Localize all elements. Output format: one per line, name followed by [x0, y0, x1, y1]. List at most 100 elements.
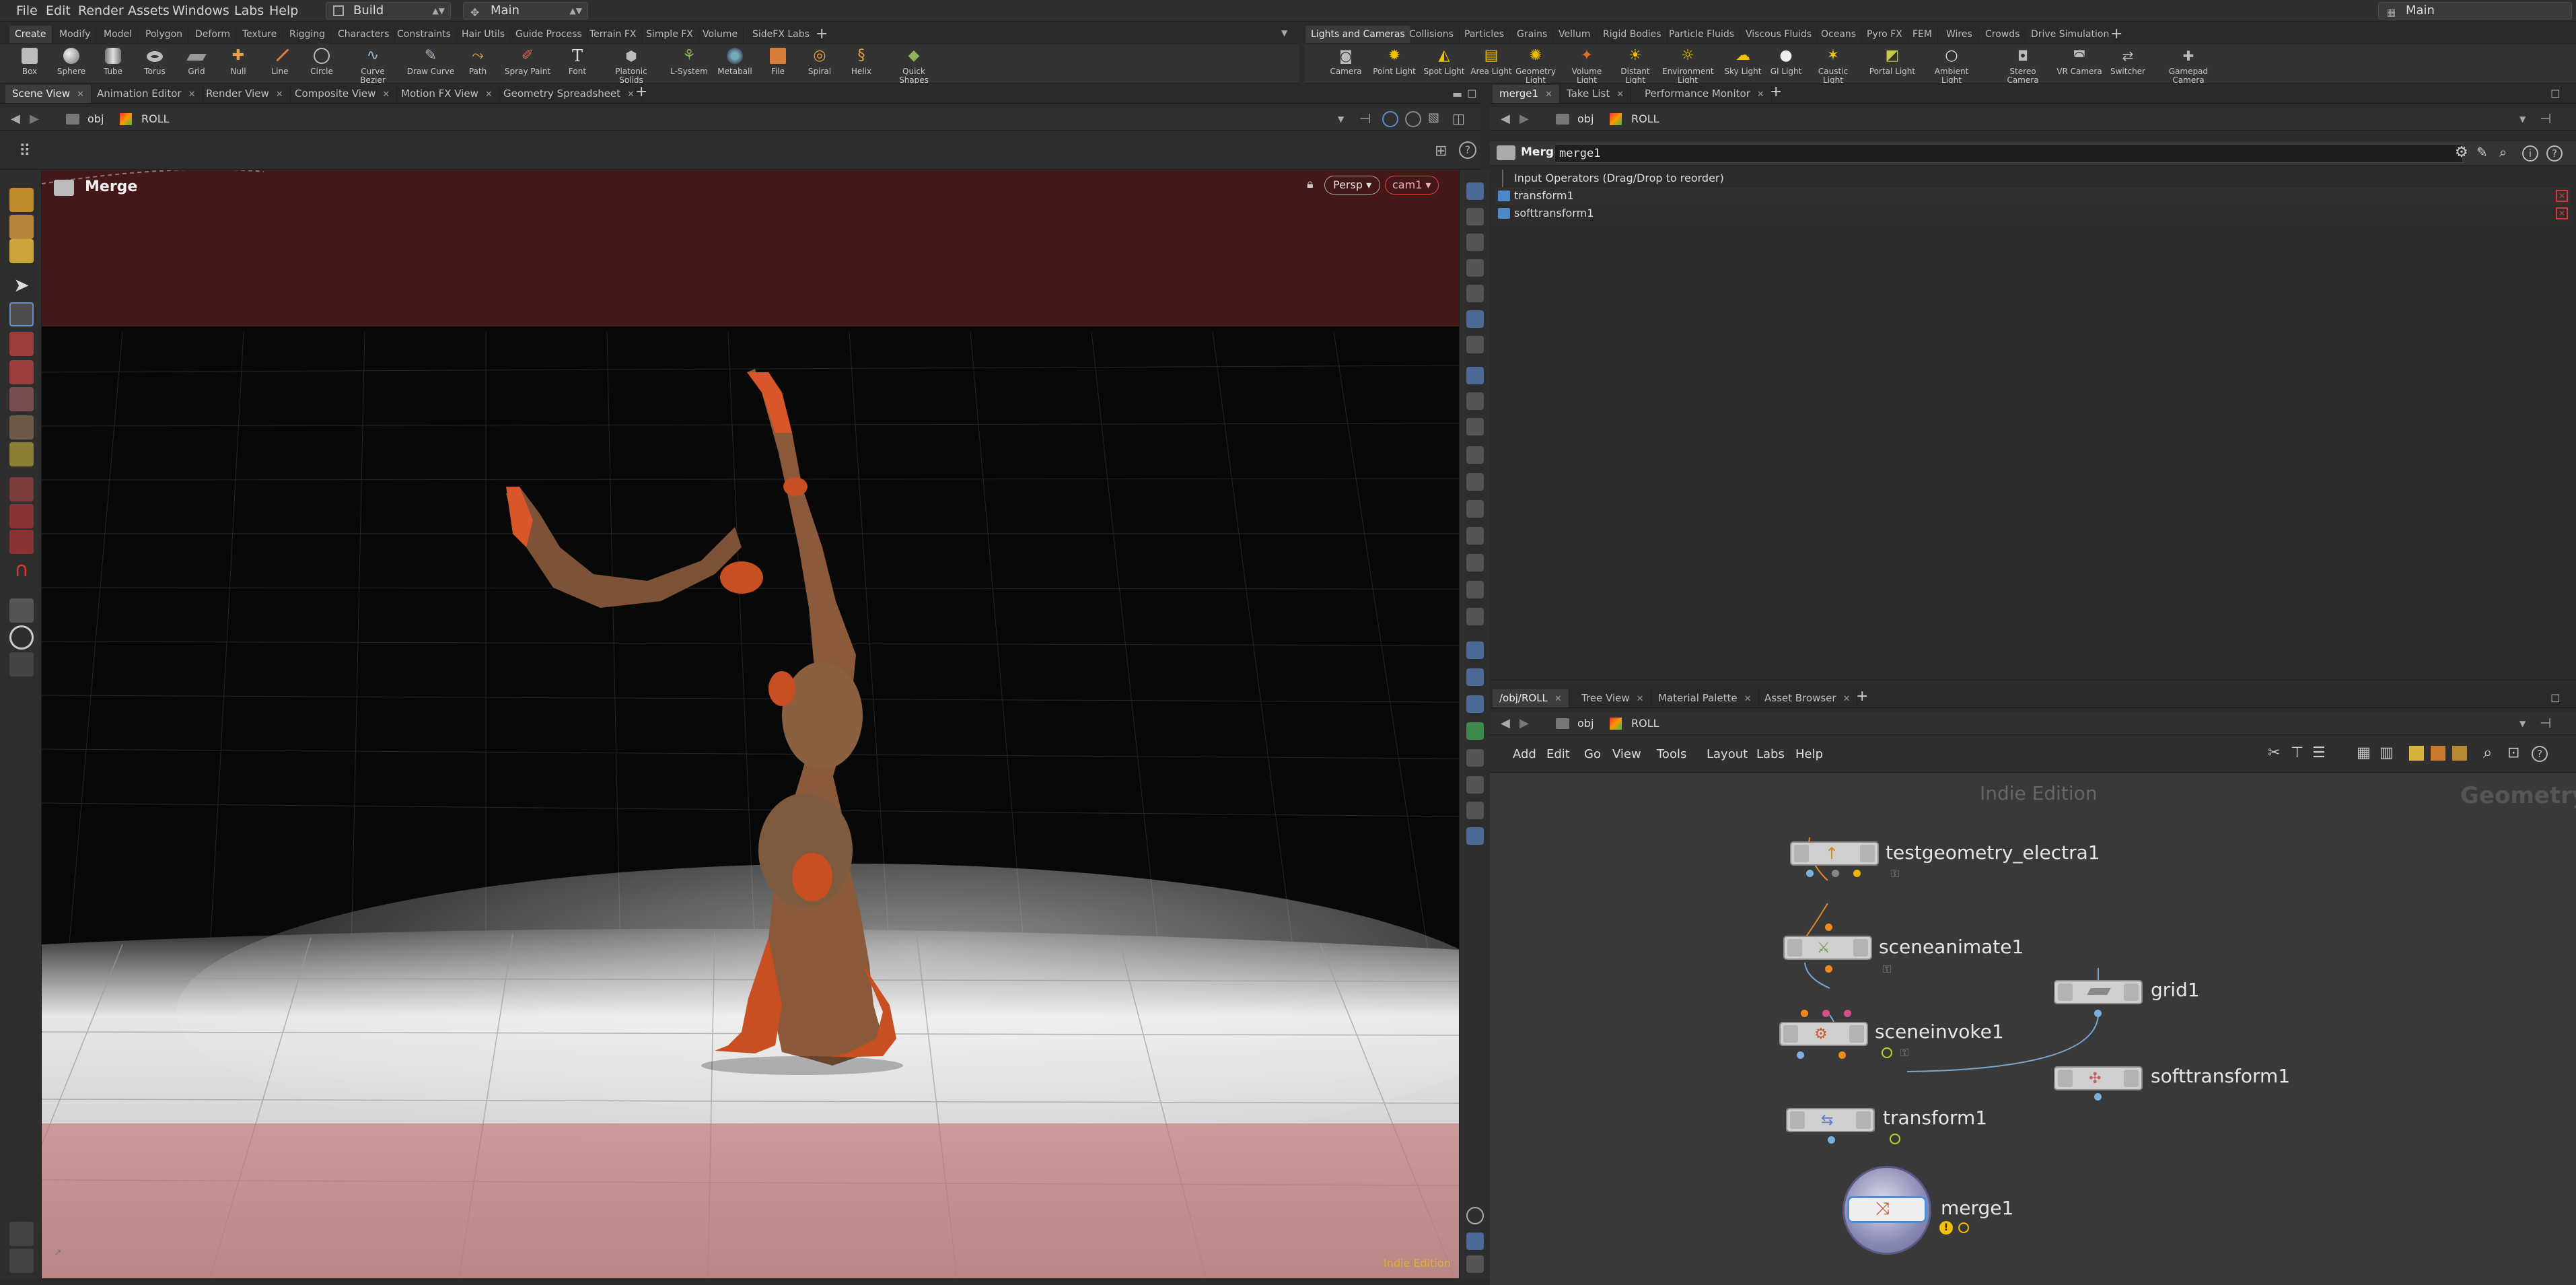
display-camera-icon[interactable]: [1466, 827, 1484, 845]
snapshot-icon[interactable]: ▧: [1428, 110, 1439, 125]
shelf-tab-crowds[interactable]: Crowds: [1980, 26, 2026, 43]
menu-edit[interactable]: Edit: [46, 0, 71, 22]
console-icon[interactable]: [9, 1222, 34, 1246]
path-obj[interactable]: obj: [87, 108, 104, 131]
shelf-tab-terrain-fx[interactable]: Terrain FX: [584, 26, 643, 43]
display-tags-icon[interactable]: [1466, 554, 1484, 571]
display-frame-icon[interactable]: [1466, 608, 1484, 625]
path-obj[interactable]: obj: [1577, 108, 1594, 131]
display-pencil-icon[interactable]: [1466, 641, 1484, 659]
tool-box[interactable]: Box: [11, 44, 48, 83]
tool-helix[interactable]: § Helix: [843, 44, 880, 83]
thumbnails-icon[interactable]: ▥: [2380, 744, 2394, 761]
tool-spiral[interactable]: ◎ Spiral: [801, 44, 838, 83]
tool-point-light[interactable]: ✹ Point Light: [1373, 44, 1416, 83]
select-arrow-icon[interactable]: ➤: [9, 274, 34, 298]
grid-dots-icon[interactable]: ⠿: [19, 141, 31, 160]
move-tool-icon[interactable]: [9, 332, 34, 356]
node-merge1[interactable]: ⤨: [1842, 1166, 1931, 1255]
tool-null[interactable]: ✚ Null: [219, 44, 257, 83]
warning-icon[interactable]: !: [1939, 1221, 1953, 1235]
search-icon[interactable]: ⌕: [2483, 743, 2492, 762]
display-info-icon[interactable]: [1466, 1207, 1484, 1224]
tool-gi-light[interactable]: ● GI Light: [1767, 44, 1805, 83]
tab-merge1[interactable]: merge1 ✕: [1493, 85, 1560, 103]
tool-portal-light[interactable]: ◩ Portal Light: [1869, 44, 1915, 83]
net-menu-labs[interactable]: Labs: [1756, 747, 1785, 761]
tool-draw-curve[interactable]: ✎ Draw Curve: [407, 44, 455, 83]
add-pane-tab-icon[interactable]: +: [635, 83, 647, 100]
display-lights-icon[interactable]: [1466, 182, 1484, 200]
net-menu-view[interactable]: View: [1612, 747, 1641, 761]
shelf-tab-hair-utils[interactable]: Hair Utils: [456, 26, 511, 43]
back-arrow-icon[interactable]: ◀: [1501, 716, 1510, 730]
shelf-tab-guide-process[interactable]: Guide Process: [510, 26, 588, 43]
tool-platonic-solids[interactable]: ⬢ Platonic Solids: [612, 44, 650, 85]
magnet-grid-icon[interactable]: [9, 504, 34, 528]
remove-input-icon[interactable]: ✕: [2556, 190, 2568, 202]
scale-tool-icon[interactable]: [9, 387, 34, 411]
menu-labs[interactable]: Labs: [234, 0, 264, 22]
display-capture-icon[interactable]: [1466, 1255, 1484, 1273]
shelf-tab-pyro-fx[interactable]: Pyro FX: [1861, 26, 1908, 43]
tool-volume-light[interactable]: ✦ Volume Light: [1568, 44, 1606, 85]
net-menu-go[interactable]: Go: [1584, 747, 1601, 761]
context-dropdown[interactable]: ✥ Main ▲▼: [463, 2, 588, 20]
tool-sphere[interactable]: Sphere: [52, 44, 90, 83]
net-menu-tools[interactable]: Tools: [1657, 747, 1686, 761]
tool-ambient-light[interactable]: ○ Ambient Light: [1933, 44, 1970, 85]
rotate-tool-icon[interactable]: [9, 360, 34, 384]
node-sceneanimate1[interactable]: ⚔: [1783, 936, 1872, 960]
path-dropdown-icon[interactable]: ▼: [1338, 114, 1344, 124]
display-snapshot-icon[interactable]: [1466, 722, 1484, 740]
display-layers-icon[interactable]: [1466, 581, 1484, 598]
forward-arrow-icon[interactable]: ▶: [30, 112, 39, 126]
add-shelf-tab-right-icon[interactable]: +: [2110, 26, 2122, 42]
network-editor-canvas[interactable]: Indie Edition Geometry ↑ testgeometry_el…: [1490, 773, 2576, 1285]
help-icon[interactable]: ?: [1459, 141, 1476, 159]
display-square-icon[interactable]: [1466, 776, 1484, 794]
input-row[interactable]: softtransform1 ✕: [1495, 205, 2571, 222]
display-dot-icon[interactable]: [1466, 446, 1484, 464]
add-pane-tab-icon[interactable]: +: [1856, 688, 1868, 705]
help-icon[interactable]: ?: [2546, 145, 2563, 162]
wrench-icon[interactable]: ✂: [2268, 744, 2280, 761]
path-roll[interactable]: ROLL: [1631, 712, 1659, 735]
menu-render[interactable]: Render: [78, 0, 124, 22]
tab-motion-fx-view[interactable]: Motion FX View ✕: [394, 85, 500, 103]
split-view-icon[interactable]: ◫: [1452, 110, 1465, 127]
display-layout-icon[interactable]: [1466, 1232, 1484, 1250]
network-box-icon[interactable]: [2431, 746, 2445, 761]
tool-font[interactable]: T Font: [559, 44, 596, 83]
tool-spray-paint[interactable]: ✐ Spray Paint: [505, 44, 550, 83]
render-region-icon[interactable]: [9, 652, 34, 676]
gear-icon[interactable]: ⚙: [2455, 144, 2468, 161]
jump-to-node-icon[interactable]: [1498, 190, 1510, 201]
net-menu-help[interactable]: Help: [1795, 747, 1823, 761]
tool-grid[interactable]: Grid: [178, 44, 215, 83]
net-menu-add[interactable]: Add: [1513, 747, 1536, 761]
desktop-dropdown[interactable]: Build ▲▼: [326, 2, 451, 20]
forward-arrow-icon[interactable]: ▶: [1519, 716, 1529, 730]
display-view-icon[interactable]: [1466, 668, 1484, 686]
tab-asset-browser[interactable]: Asset Browser ✕: [1758, 689, 1858, 707]
shelf-tab-simple-fx[interactable]: Simple FX: [641, 26, 699, 43]
shelf-tab-sidefx-labs[interactable]: SideFX Labs: [747, 26, 816, 43]
view-mode-button[interactable]: Persp ▾: [1324, 176, 1381, 195]
shelf-tab-rigid-bodies[interactable]: Rigid Bodies: [1598, 26, 1668, 43]
menu-file[interactable]: File: [16, 0, 38, 22]
shelf-tab-collisions[interactable]: Collisions: [1404, 26, 1460, 43]
shelf-tab-model[interactable]: Model: [98, 26, 139, 43]
display-safe-area-icon[interactable]: [1466, 367, 1484, 384]
tool-file[interactable]: File: [759, 44, 797, 83]
tool-path[interactable]: ⤳ Path: [459, 44, 497, 83]
tool-tube[interactable]: Tube: [94, 44, 132, 83]
tab-obj-roll[interactable]: /obj/ROLL ✕: [1493, 689, 1569, 707]
info-icon[interactable]: i: [2522, 145, 2538, 162]
list-icon[interactable]: ☰: [2312, 744, 2326, 761]
tool-circle[interactable]: Circle: [303, 44, 341, 83]
display-grid-icon[interactable]: [1466, 418, 1484, 436]
input-row[interactable]: transform1 ✕: [1495, 187, 2571, 205]
display-texture-icon[interactable]: [1466, 802, 1484, 819]
shelf-tab-characters[interactable]: Characters: [332, 26, 396, 43]
